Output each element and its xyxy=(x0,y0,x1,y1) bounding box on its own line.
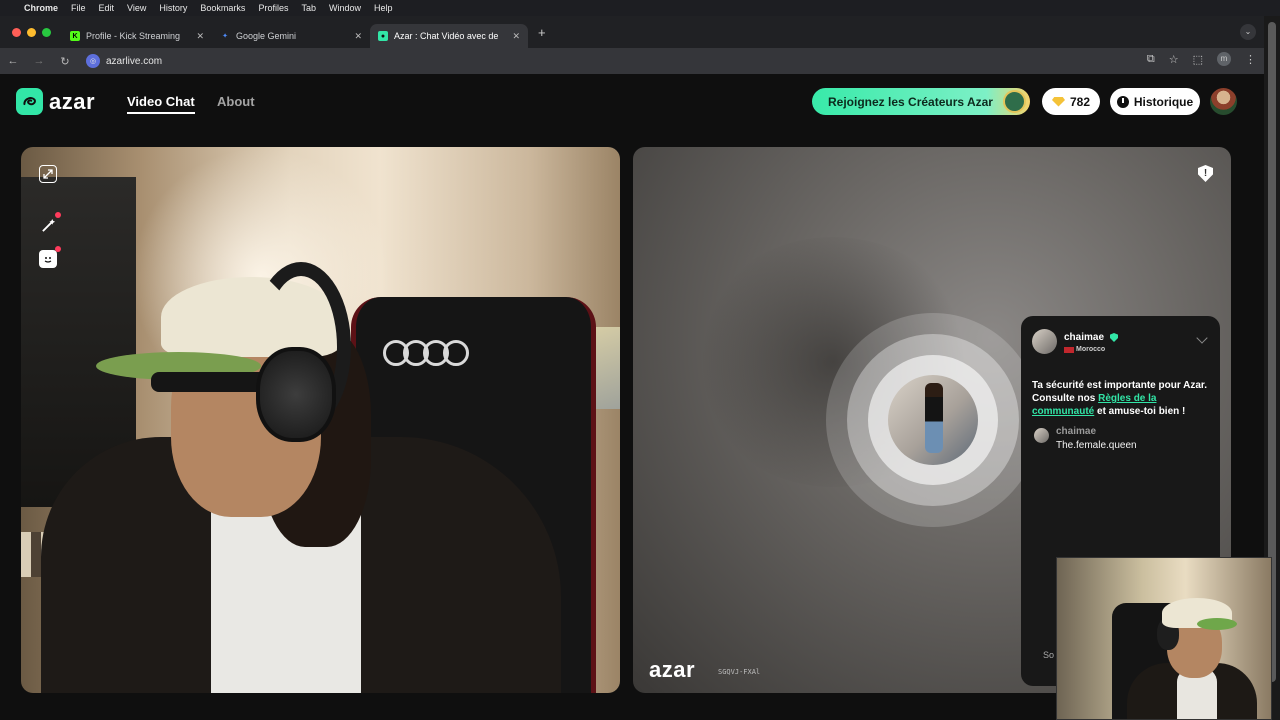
message-sender: chaimae xyxy=(1056,426,1097,437)
azar-watermark: azar xyxy=(649,657,696,682)
menu-profiles[interactable]: Profiles xyxy=(258,3,288,13)
azar-favicon-icon: ● xyxy=(378,31,388,41)
chat-input[interactable]: So xyxy=(1043,650,1054,660)
watermark-code: SGQVJ-FXAl xyxy=(718,668,761,676)
history-label: Historique xyxy=(1133,94,1194,109)
partner-country: Morocco xyxy=(1076,346,1106,353)
address-bar[interactable]: ◎ azarlive.com xyxy=(82,51,1102,71)
notification-dot xyxy=(55,246,61,252)
url-text: azarlive.com xyxy=(106,55,163,67)
macos-menubar: Chrome File Edit View History Bookmarks … xyxy=(0,0,1280,16)
tab-title: Profile - Kick Streaming xyxy=(86,31,181,41)
verified-badge-icon xyxy=(1110,333,1118,342)
user-avatar[interactable] xyxy=(1210,88,1237,115)
menu-view[interactable]: View xyxy=(127,3,146,13)
menu-window[interactable]: Window xyxy=(329,3,361,13)
gem-icon xyxy=(1051,96,1065,107)
history-button[interactable]: Historique xyxy=(1110,88,1200,115)
azar-logo[interactable]: azar xyxy=(16,88,95,115)
azar-logo-text: azar xyxy=(49,88,96,114)
site-info-icon[interactable]: ◎ xyxy=(86,54,100,68)
report-shield-icon[interactable]: ! xyxy=(1198,165,1213,182)
site-header: azar Video Chat About Rejoignez les Créa… xyxy=(0,74,1264,134)
extensions-icon[interactable]: ⬚ xyxy=(1193,53,1203,66)
tab-search-icon[interactable]: ⌄ xyxy=(1240,24,1256,40)
gemini-favicon-icon: ✦ xyxy=(222,33,228,40)
partner-profile-photo xyxy=(888,375,978,465)
gems-balance-button[interactable]: 782 xyxy=(1042,88,1100,115)
reload-icon[interactable]: ↻ xyxy=(52,55,78,68)
nav-about[interactable]: About xyxy=(217,94,255,109)
morocco-flag-icon xyxy=(1064,347,1074,353)
message-avatar xyxy=(1034,428,1049,443)
bookmark-star-icon[interactable]: ☆ xyxy=(1169,53,1179,66)
menu-tab[interactable]: Tab xyxy=(301,3,316,13)
self-video-feed xyxy=(21,147,620,693)
close-window-button[interactable] xyxy=(12,27,21,37)
menu-edit[interactable]: Edit xyxy=(99,3,115,13)
join-creators-button[interactable]: Rejoignez les Créateurs Azar xyxy=(812,88,1030,115)
menu-bookmarks[interactable]: Bookmarks xyxy=(200,3,245,13)
tab-title: Azar : Chat Vidéo avec de xyxy=(394,31,499,41)
message-text: The.female.queen xyxy=(1056,440,1137,451)
gems-count: 782 xyxy=(1069,94,1091,109)
headphones xyxy=(256,347,336,442)
menu-chrome[interactable]: Chrome xyxy=(24,3,58,13)
back-icon[interactable]: ← xyxy=(0,55,26,67)
expand-video-icon[interactable] xyxy=(39,165,57,183)
clock-icon xyxy=(1116,95,1129,108)
window-controls xyxy=(0,27,62,37)
webcam-overlay xyxy=(1056,557,1272,720)
join-creators-label: Rejoignez les Créateurs Azar xyxy=(828,94,993,109)
chair-logo xyxy=(383,340,469,366)
tab-kick[interactable]: K Profile - Kick Streaming ✕ xyxy=(62,24,212,48)
close-tab-icon[interactable]: ✕ xyxy=(196,31,204,42)
browser-menu-icon[interactable]: ⋮ xyxy=(1245,53,1256,66)
browser-tabstrip: K Profile - Kick Streaming ✕ ✦ Google Ge… xyxy=(0,16,1264,48)
notification-dot xyxy=(55,212,61,218)
close-tab-icon[interactable]: ✕ xyxy=(512,31,520,42)
tab-gemini[interactable]: ✦ Google Gemini ✕ xyxy=(212,24,370,48)
partner-name: chaimae xyxy=(1064,332,1105,343)
close-tab-icon[interactable]: ✕ xyxy=(354,31,362,42)
forward-icon[interactable]: → xyxy=(26,55,52,67)
azar-logo-icon xyxy=(16,88,43,115)
menu-history[interactable]: History xyxy=(159,3,187,13)
face-filter-icon[interactable] xyxy=(39,246,61,268)
nav-video-chat[interactable]: Video Chat xyxy=(127,94,195,114)
creator-badge-icon xyxy=(1003,90,1026,113)
effects-wand-icon[interactable] xyxy=(39,212,61,234)
tab-title: Google Gemini xyxy=(236,31,297,41)
minimize-window-button[interactable] xyxy=(27,27,36,37)
partner-avatar[interactable] xyxy=(1032,329,1057,354)
new-tab-icon[interactable]: + xyxy=(538,25,546,40)
zoom-window-button[interactable] xyxy=(42,27,51,37)
menu-file[interactable]: File xyxy=(71,3,86,13)
install-app-icon[interactable]: ⧉ xyxy=(1147,53,1155,66)
kick-favicon-icon: K xyxy=(70,31,80,41)
safety-notice: Ta sécurité est importante pour Azar. Co… xyxy=(1032,380,1208,417)
tab-azar[interactable]: ● Azar : Chat Vidéo avec de ✕ xyxy=(370,24,528,48)
profile-avatar[interactable]: m xyxy=(1217,52,1231,66)
browser-toolbar: ← → ↻ ◎ azarlive.com ⧉ ☆ ⬚ m ⋮ xyxy=(0,48,1264,74)
menu-help[interactable]: Help xyxy=(374,3,393,13)
chevron-down-icon[interactable] xyxy=(1196,332,1208,344)
